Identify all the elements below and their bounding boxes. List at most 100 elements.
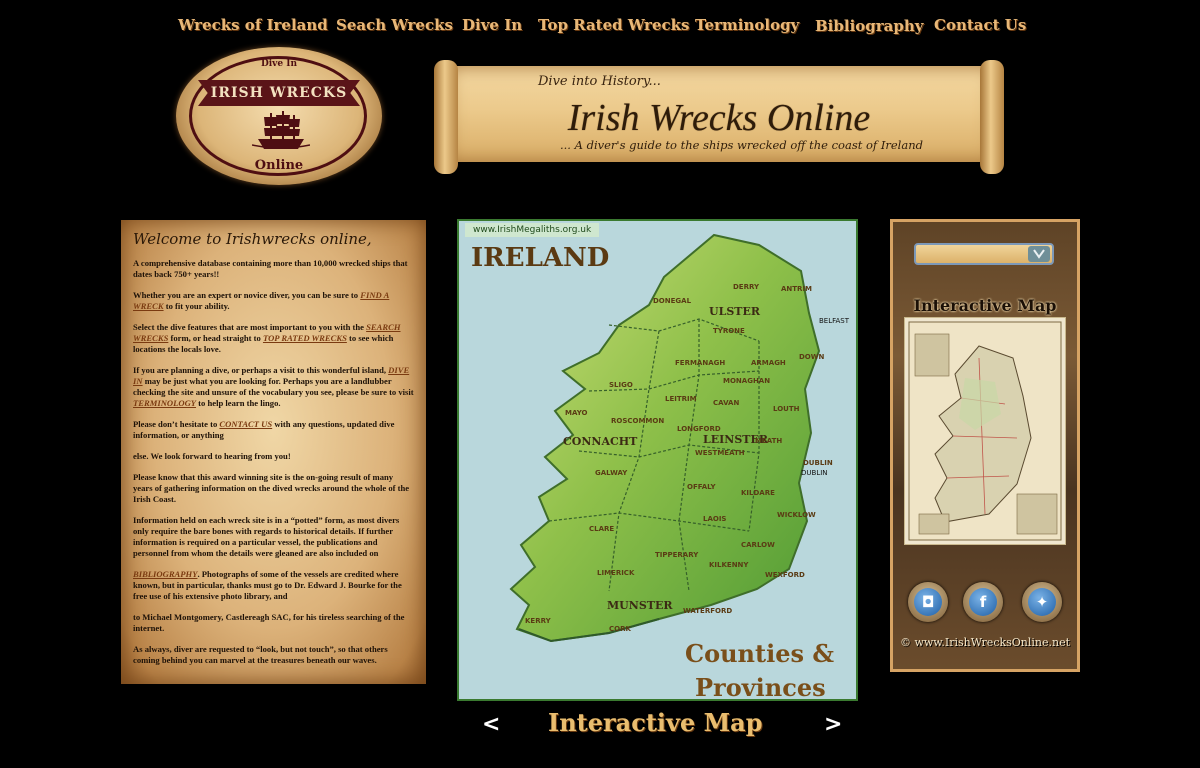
county-label: KILDARE: [741, 489, 775, 497]
nav-dive-in[interactable]: Dive In: [462, 16, 522, 34]
province-label: MUNSTER: [607, 599, 673, 612]
county-label: DERRY: [733, 283, 760, 291]
county-label: TYRONE: [713, 327, 745, 335]
nav-contact-us[interactable]: Contact Us: [934, 16, 1026, 34]
text: form, or head straight to: [168, 333, 263, 343]
twitter-button[interactable]: ✦: [1022, 582, 1062, 622]
text: may be just what you are looking for. Pe…: [133, 376, 414, 397]
logo-banner: IRISH WRECKS: [198, 80, 360, 106]
county-label: LONGFORD: [677, 425, 721, 433]
county-label: GALWAY: [595, 469, 628, 477]
county-label: ROSCOMMON: [611, 417, 665, 425]
logo-top-text: Dive In: [260, 59, 298, 69]
search-box: [914, 243, 1054, 265]
province-label: CONNACHT: [563, 435, 638, 448]
map-caption-provinces: Provinces: [695, 673, 826, 701]
county-label: ARMAGH: [751, 359, 786, 367]
county-label: CARLOW: [741, 541, 775, 549]
county-label: MEATH: [755, 437, 783, 445]
welcome-paragraph: Information held on each wreck site is i…: [133, 515, 400, 558]
main-nav: Wrecks of Ireland Seach Wrecks Dive In T…: [0, 16, 1200, 42]
welcome-paragraph: to Michael Montgomery, Castlereagh SAC, …: [133, 612, 405, 633]
welcome-paragraph: Select the dive features that are most i…: [133, 322, 414, 355]
text: to fit your ability.: [163, 301, 230, 311]
county-label: WICKLOW: [777, 511, 816, 519]
nav-top-rated-wrecks[interactable]: Top Rated Wrecks: [538, 16, 689, 34]
text: Select the dive features that are most i…: [133, 322, 367, 332]
map-country-title: IRELAND: [471, 243, 610, 273]
welcome-paragraph: As always, diver are requested to “look,…: [133, 644, 388, 665]
header-scroll: Dive into History... Irish Wrecks Online…: [430, 60, 1008, 174]
site-logo[interactable]: Dive In IRISH WRECKS Online: [176, 47, 382, 185]
top-rated-wrecks-link[interactable]: TOP RATED WRECKS: [263, 333, 347, 343]
welcome-paragraph: Whether you are an expert or novice dive…: [133, 290, 414, 312]
instagram-icon: ◘: [914, 588, 942, 616]
county-label: FERMANAGH: [675, 359, 726, 367]
text: Whether you are an expert or novice dive…: [133, 290, 361, 300]
county-label: ANTRIM: [781, 285, 813, 293]
instagram-button[interactable]: ◘: [908, 582, 948, 622]
interactive-map-title: Interactive Map: [913, 296, 1057, 315]
welcome-paragraph: A comprehensive database containing more…: [133, 258, 408, 279]
ireland-map[interactable]: www.IrishMegaliths.org.uk IRELAND ULSTER…: [457, 219, 858, 701]
city-label: DUBLIN: [801, 469, 828, 477]
ship-icon: [252, 111, 310, 149]
carousel-prev-button[interactable]: <: [482, 712, 500, 737]
county-label: SLIGO: [609, 381, 633, 389]
welcome-paragraph: If you are planning a dive, or perhaps a…: [133, 365, 414, 409]
nav-search-wrecks[interactable]: Seach Wrecks: [336, 16, 453, 34]
welcome-panel: Welcome to Irishwrecks online, A compreh…: [121, 220, 426, 684]
welcome-paragraph: BIBLIOGRAPHY. Photographs of some of the…: [133, 569, 414, 602]
county-label: DOWN: [799, 353, 825, 361]
text: Please don’t hesitate to: [133, 419, 220, 429]
county-label: MONAGHAN: [723, 377, 771, 385]
county-label: LIMERICK: [597, 569, 635, 577]
county-label: CAVAN: [713, 399, 740, 407]
county-label: LOUTH: [773, 405, 800, 413]
facebook-icon: f: [969, 588, 997, 616]
county-label: WESTMEATH: [695, 449, 745, 457]
right-sidebar: Interactive Map ◘ f ✦ © www.IrishWrecksO…: [890, 219, 1080, 672]
welcome-paragraph: else. We look forward to hearing from yo…: [133, 451, 291, 461]
county-label: DONEGAL: [653, 297, 692, 305]
county-label: WATERFORD: [683, 607, 733, 615]
interactive-map-thumbnail[interactable]: [904, 317, 1066, 545]
county-label: CORK: [609, 625, 631, 633]
county-label: LAOIS: [703, 515, 727, 523]
logo-bottom-text: Online: [254, 158, 304, 173]
county-label: KERRY: [525, 617, 551, 625]
text: If you are planning a dive, or perhaps a…: [133, 365, 389, 375]
header-subtitle: ... A diver's guide to the ships wrecked…: [560, 138, 923, 152]
welcome-paragraph: Please know that this award winning site…: [133, 472, 410, 504]
search-icon: [1033, 249, 1045, 259]
bibliography-link[interactable]: BIBLIOGRAPHY: [133, 569, 197, 579]
carousel-next-button[interactable]: >: [824, 712, 842, 737]
county-label: LEITRIM: [665, 395, 697, 403]
welcome-paragraph: Please don’t hesitate to CONTACT US with…: [133, 419, 414, 441]
county-label: TIPPERARY: [655, 551, 699, 559]
welcome-title: Welcome to Irishwrecks online,: [133, 230, 372, 248]
map-caption-counties: Counties &: [685, 639, 835, 668]
city-label: BELFAST: [819, 317, 850, 325]
county-label: OFFALY: [687, 483, 716, 491]
county-label: WEXFORD: [765, 571, 805, 579]
site-title: Irish Wrecks Online: [567, 97, 871, 139]
facebook-button[interactable]: f: [963, 582, 1003, 622]
search-input[interactable]: [918, 246, 1030, 264]
county-label: DUBLIN: [803, 459, 833, 467]
text: to help learn the lingo.: [196, 398, 281, 408]
copyright-text: © www.IrishWrecksOnline.net: [899, 636, 1071, 649]
nav-bibliography[interactable]: Bibliography: [815, 17, 924, 35]
province-label: ULSTER: [709, 305, 760, 318]
contact-us-link[interactable]: CONTACT US: [219, 419, 272, 429]
county-label: CLARE: [589, 525, 615, 533]
map-thumbnail-image: [908, 321, 1062, 541]
terminology-link[interactable]: TERMINOLOGY: [133, 398, 196, 408]
nav-terminology[interactable]: Terminology: [695, 16, 799, 34]
nav-wrecks-of-ireland[interactable]: Wrecks of Ireland: [178, 16, 328, 34]
twitter-icon: ✦: [1028, 588, 1056, 616]
carousel-title: Interactive Map: [548, 708, 763, 737]
header-tagline: Dive into History...: [538, 74, 661, 89]
county-label: KILKENNY: [709, 561, 749, 569]
search-button[interactable]: [1028, 246, 1050, 262]
